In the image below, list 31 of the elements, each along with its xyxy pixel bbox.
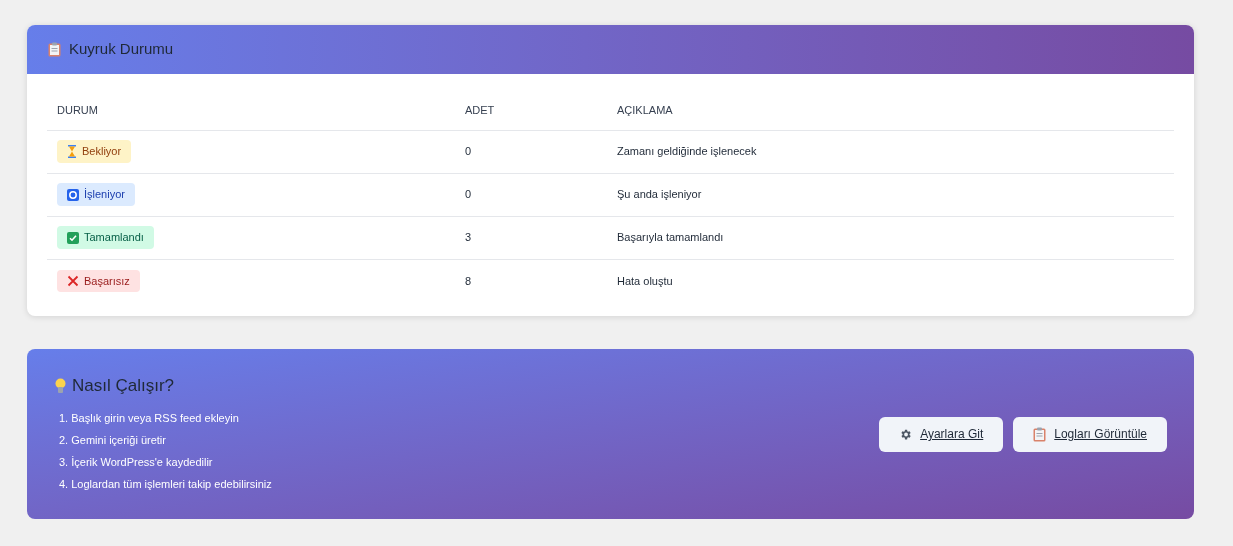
step-text: 1. Başlık girin veya RSS feed ekleyin bbox=[58, 410, 240, 426]
card-title: Kuyruk Durumu bbox=[69, 39, 174, 60]
lightbulb-icon bbox=[55, 378, 66, 394]
count-cell: 0 bbox=[465, 188, 472, 201]
step-text: 2. Gemini içeriği üretir bbox=[58, 432, 167, 448]
column-header: AÇIKLAMA bbox=[617, 103, 673, 116]
step-text: 3. İçerik WordPress'e kaydedilir bbox=[58, 454, 214, 470]
clipboard-icon bbox=[48, 42, 61, 57]
status-label: Tamamlandı bbox=[84, 230, 144, 246]
count-cell: 8 bbox=[465, 274, 472, 287]
action-button[interactable]: Ayarlara Git bbox=[879, 416, 1004, 452]
description-cell: Hata oluştu bbox=[617, 274, 673, 287]
column-header: ADET bbox=[465, 103, 495, 116]
column-header: DURUM bbox=[57, 103, 98, 116]
description-cell: Şu anda işleniyor bbox=[617, 188, 702, 201]
action-button[interactable]: Logları Görüntüle bbox=[1013, 416, 1167, 452]
clipboard-icon bbox=[1033, 426, 1047, 442]
count-cell: 0 bbox=[465, 145, 472, 158]
count-cell: 3 bbox=[465, 231, 472, 244]
status-label: Bekliyor bbox=[82, 144, 122, 160]
cross-icon bbox=[67, 274, 79, 287]
status-label: İşleniyor bbox=[84, 187, 125, 203]
description-cell: Zamanı geldiğinde işlenecek bbox=[617, 145, 757, 158]
help-title: Nasıl Çalışır? bbox=[72, 375, 175, 398]
hourglass-icon bbox=[67, 145, 77, 158]
gear-icon bbox=[899, 427, 913, 441]
description-cell: Başarıyla tamamlandı bbox=[617, 231, 724, 244]
status-label: Başarısız bbox=[84, 273, 130, 289]
refresh-icon bbox=[67, 188, 79, 201]
step-text: 4. Loglardan tüm işlemleri takip edebilirsiniz bbox=[58, 476, 272, 492]
checkmark-icon bbox=[67, 231, 79, 244]
